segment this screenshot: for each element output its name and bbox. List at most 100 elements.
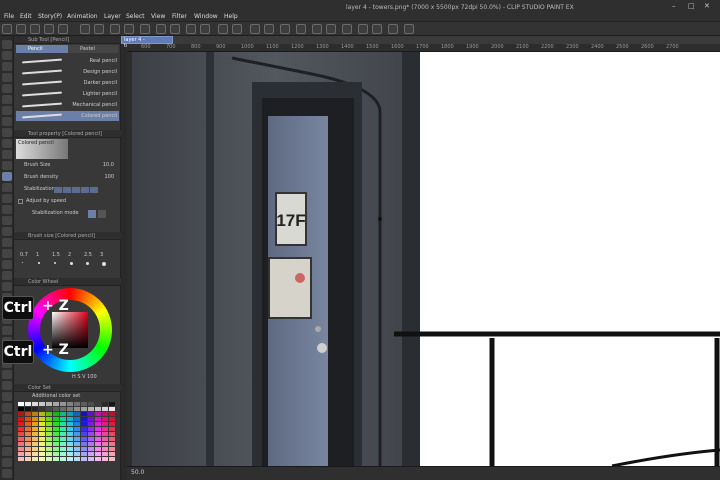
adjust-by-speed-row[interactable]: Adjust by speed <box>18 198 118 206</box>
tool-button[interactable] <box>2 84 12 93</box>
menu-item-animation[interactable]: Animation <box>67 13 98 20</box>
toolbar-button[interactable] <box>44 24 54 34</box>
color-swatch[interactable] <box>95 457 101 461</box>
color-swatch[interactable] <box>95 427 101 431</box>
color-swatch[interactable] <box>67 412 73 416</box>
color-swatch[interactable] <box>53 407 59 411</box>
color-swatch[interactable] <box>102 417 108 421</box>
tool-button[interactable] <box>2 260 12 269</box>
color-swatch[interactable] <box>88 422 94 426</box>
color-swatch[interactable] <box>67 442 73 446</box>
color-swatch[interactable] <box>46 427 52 431</box>
color-swatch[interactable] <box>109 417 115 421</box>
color-swatch[interactable] <box>25 402 31 406</box>
minimize-icon[interactable]: – <box>672 2 676 10</box>
color-swatch[interactable] <box>109 402 115 406</box>
color-swatch[interactable] <box>95 452 101 456</box>
subtool-item[interactable]: Mechanical pencil <box>16 100 119 110</box>
color-swatch[interactable] <box>95 402 101 406</box>
tab-pastel[interactable]: Pastel <box>68 45 118 53</box>
color-swatch[interactable] <box>46 442 52 446</box>
color-swatch[interactable] <box>32 407 38 411</box>
color-swatch[interactable] <box>46 457 52 461</box>
tool-button[interactable] <box>2 282 12 291</box>
color-swatch[interactable] <box>25 432 31 436</box>
toolbar-button[interactable] <box>280 24 290 34</box>
menu-item-file[interactable]: File <box>4 13 14 20</box>
toolbar-button[interactable] <box>218 24 228 34</box>
tool-button[interactable] <box>2 139 12 148</box>
color-swatch[interactable] <box>67 417 73 421</box>
tool-button[interactable] <box>2 117 12 126</box>
tool-button[interactable] <box>2 238 12 247</box>
color-swatch[interactable] <box>74 422 80 426</box>
color-wheel[interactable] <box>28 288 112 372</box>
toolbar-button[interactable] <box>186 24 196 34</box>
color-swatch[interactable] <box>32 432 38 436</box>
color-swatch[interactable] <box>53 452 59 456</box>
color-swatch[interactable] <box>32 442 38 446</box>
color-swatch[interactable] <box>67 407 73 411</box>
color-swatch[interactable] <box>81 422 87 426</box>
color-swatch[interactable] <box>18 452 24 456</box>
color-swatch[interactable] <box>74 407 80 411</box>
brush-size-row[interactable]: Brush Size 10.0 <box>18 162 118 170</box>
color-swatch[interactable] <box>95 412 101 416</box>
tool-button[interactable] <box>2 183 12 192</box>
color-set-name[interactable]: Additional color set <box>32 393 80 399</box>
toolbar-button[interactable] <box>296 24 306 34</box>
tool-button[interactable] <box>2 227 12 236</box>
color-swatch[interactable] <box>81 432 87 436</box>
tool-button[interactable] <box>2 62 12 71</box>
stabilization-row[interactable]: Stabilization <box>18 186 118 194</box>
toolbar-button[interactable] <box>2 24 12 34</box>
color-swatch[interactable] <box>53 417 59 421</box>
color-swatch[interactable] <box>74 432 80 436</box>
color-swatch[interactable] <box>25 407 31 411</box>
tool-button[interactable] <box>2 469 12 478</box>
toolbar-button[interactable] <box>326 24 336 34</box>
color-swatch[interactable] <box>81 417 87 421</box>
brush-size-preset[interactable]: 1 <box>36 252 39 258</box>
toolbar-button[interactable] <box>94 24 104 34</box>
color-swatch[interactable] <box>102 447 108 451</box>
color-swatch[interactable] <box>18 442 24 446</box>
drawing-canvas[interactable]: 17F <box>132 52 720 466</box>
color-swatch[interactable] <box>60 432 66 436</box>
tool-button[interactable] <box>2 106 12 115</box>
color-swatch[interactable] <box>53 412 59 416</box>
brush-size-preset[interactable]: 2 <box>68 252 71 258</box>
color-swatch[interactable] <box>39 402 45 406</box>
color-swatch[interactable] <box>25 447 31 451</box>
color-swatch[interactable] <box>25 442 31 446</box>
color-swatch[interactable] <box>102 402 108 406</box>
color-swatch[interactable] <box>32 417 38 421</box>
color-swatch[interactable] <box>109 442 115 446</box>
adjust-by-speed-checkbox[interactable] <box>18 199 23 204</box>
tool-button[interactable] <box>2 249 12 258</box>
color-swatch[interactable] <box>60 452 66 456</box>
color-swatch[interactable] <box>74 457 80 461</box>
color-swatch[interactable] <box>39 457 45 461</box>
menu-item-filter[interactable]: Filter <box>172 13 187 20</box>
color-swatch[interactable] <box>74 412 80 416</box>
color-swatch[interactable] <box>46 412 52 416</box>
color-swatch[interactable] <box>81 452 87 456</box>
color-swatch[interactable] <box>60 442 66 446</box>
color-swatch[interactable] <box>102 427 108 431</box>
color-swatch[interactable] <box>53 432 59 436</box>
color-swatch[interactable] <box>46 432 52 436</box>
color-swatch[interactable] <box>88 442 94 446</box>
toolbar-button[interactable] <box>250 24 260 34</box>
toolbar-button[interactable] <box>232 24 242 34</box>
subtool-item[interactable]: Lighter pencil <box>16 89 119 99</box>
menu-item-select[interactable]: Select <box>126 13 145 20</box>
stabilization-mode-option[interactable] <box>88 210 96 218</box>
color-swatch[interactable] <box>74 452 80 456</box>
color-swatch[interactable] <box>74 427 80 431</box>
color-swatch[interactable] <box>39 412 45 416</box>
color-swatch[interactable] <box>53 442 59 446</box>
color-swatch[interactable] <box>32 427 38 431</box>
tab-pencil[interactable]: Pencil <box>16 45 68 53</box>
color-swatch[interactable] <box>109 412 115 416</box>
